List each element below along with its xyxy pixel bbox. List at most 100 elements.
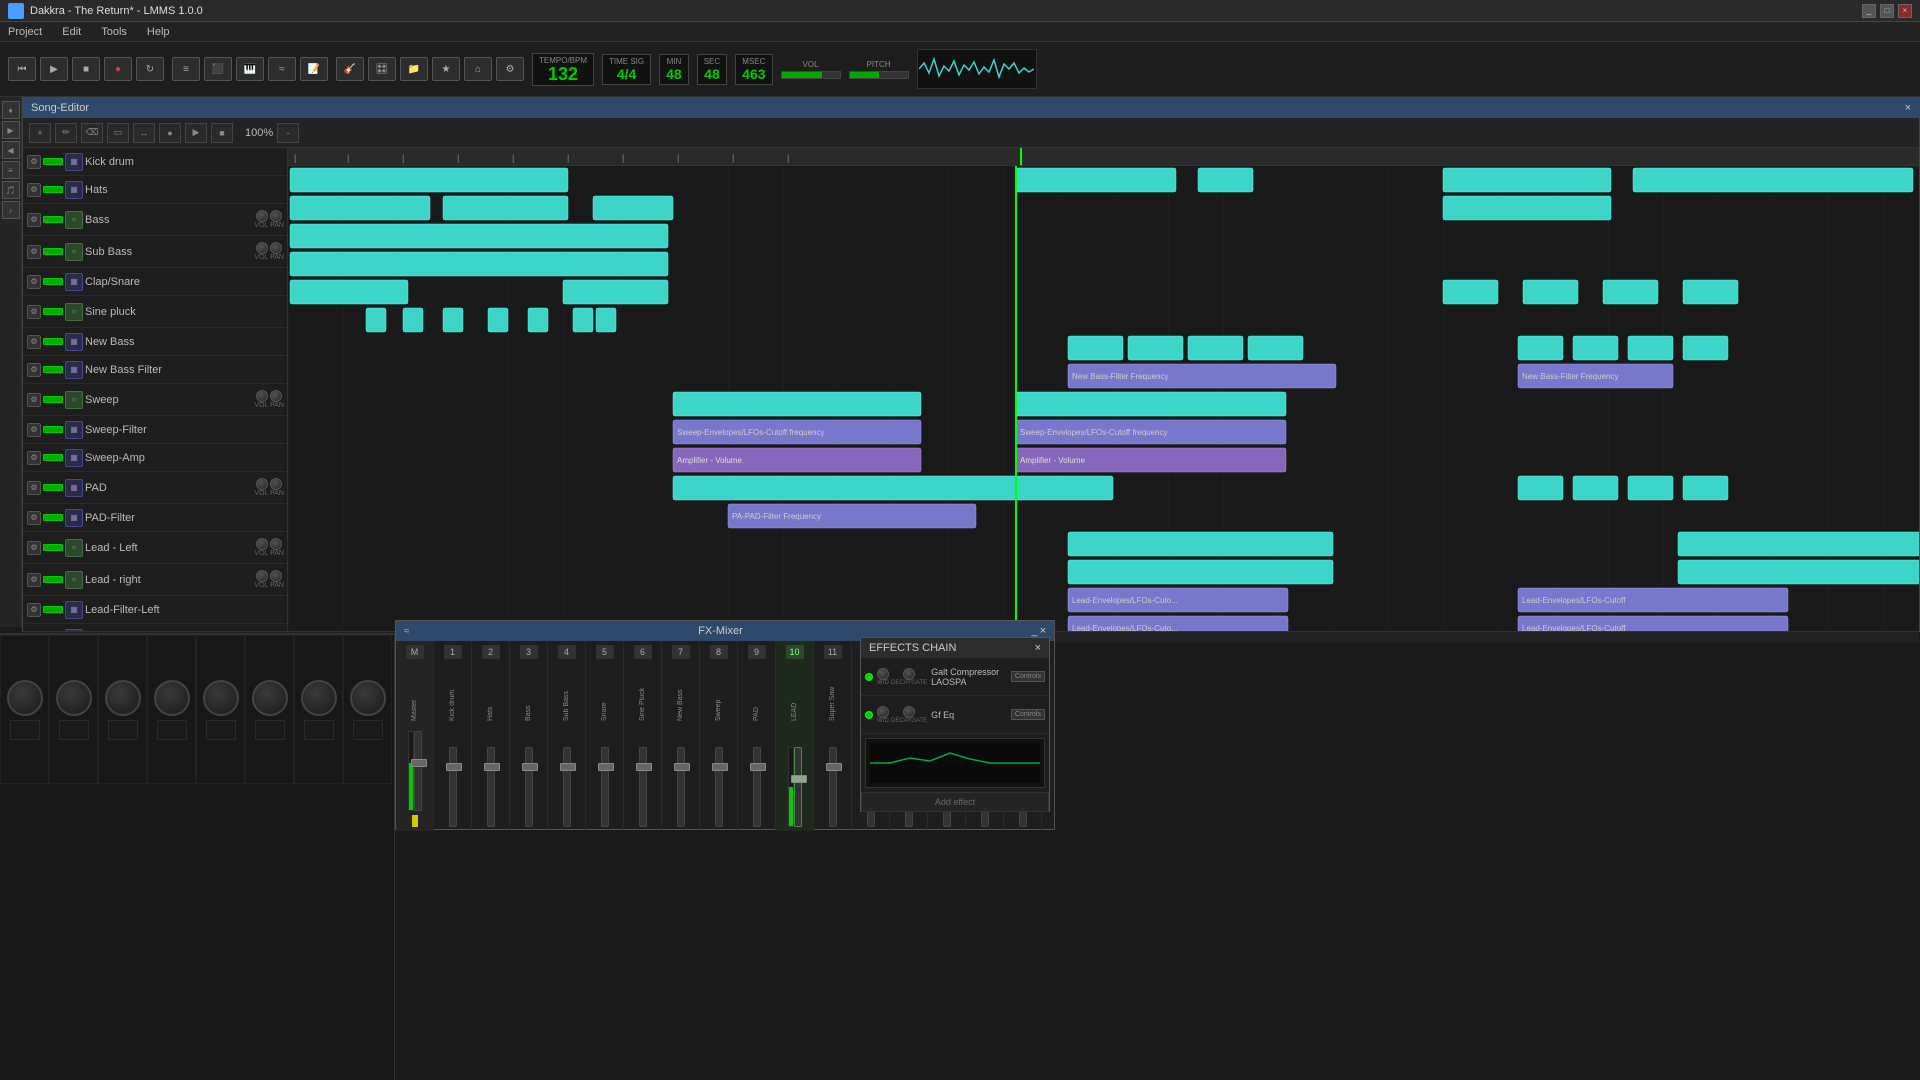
vol-knob-bass[interactable]	[256, 210, 268, 222]
side-btn-3[interactable]: ◀	[2, 141, 20, 159]
track-gear-bass[interactable]: ⚙	[27, 213, 41, 227]
ch-fader-6[interactable]	[639, 747, 647, 827]
play-button[interactable]: ▶	[40, 57, 68, 81]
track-mute-leadright[interactable]	[43, 576, 63, 583]
add-bb-btn[interactable]: +	[29, 123, 51, 143]
track-icon-leadright[interactable]: ○	[65, 571, 83, 589]
pan-knob-bass[interactable]	[270, 210, 282, 222]
track-name-leadfilterleft[interactable]: Lead-Filter-Left	[85, 604, 284, 616]
track-name-bass[interactable]: Bass	[85, 214, 252, 226]
track-icon-sweepfilter[interactable]: ▦	[65, 421, 83, 439]
track-gear-padfilter[interactable]: ⚙	[27, 511, 41, 525]
side-btn-5[interactable]: 🎵	[2, 181, 20, 199]
track-mute-leadfilterleft[interactable]	[43, 606, 63, 613]
select-btn[interactable]: ▭	[107, 123, 129, 143]
ch-fader-1[interactable]	[449, 747, 457, 827]
track-mute-newbassfilter[interactable]	[43, 366, 63, 373]
track-mute-clap[interactable]	[43, 278, 63, 285]
track-mute-pad[interactable]	[43, 484, 63, 491]
vol-knob-subbass[interactable]	[256, 242, 268, 254]
track-gear-sweep[interactable]: ⚙	[27, 393, 41, 407]
track-gear-leadright[interactable]: ⚙	[27, 573, 41, 587]
track-icon-kick[interactable]: ▦	[65, 153, 83, 171]
track-icon-subbass[interactable]: ○	[65, 243, 83, 261]
pad-knob-2[interactable]	[56, 680, 92, 716]
track-icon-newbass[interactable]: ▦	[65, 333, 83, 351]
track-mute-hats[interactable]	[43, 186, 63, 193]
pan-knob-leadleft[interactable]	[270, 538, 282, 550]
menu-edit[interactable]: Edit	[58, 26, 85, 38]
track-name-newbass[interactable]: New Bass	[85, 336, 284, 348]
track-mute-sinepluck[interactable]	[43, 308, 63, 315]
track-gear-sweepfilter[interactable]: ⚙	[27, 423, 41, 437]
track-icon-padfilter[interactable]: ▦	[65, 509, 83, 527]
pad-knob-8[interactable]	[350, 680, 386, 716]
pad-knob-5[interactable]	[203, 680, 239, 716]
home-btn[interactable]: ⌂	[464, 57, 492, 81]
ch-fader-9[interactable]	[753, 747, 761, 827]
pad-knob-1[interactable]	[7, 680, 43, 716]
pad-knob-7[interactable]	[301, 680, 337, 716]
add-effect-button[interactable]: Add effect	[861, 792, 1049, 812]
track-gear-kick[interactable]: ⚙	[27, 155, 41, 169]
window-controls[interactable]: _ □ ×	[1862, 4, 1912, 18]
track-name-clap[interactable]: Clap/Snare	[85, 276, 284, 288]
menu-project[interactable]: Project	[4, 26, 46, 38]
menu-tools[interactable]: Tools	[97, 26, 131, 38]
instruments-btn[interactable]: 🎸	[336, 57, 364, 81]
effects-btn[interactable]: 🎛	[368, 57, 396, 81]
tempo-display[interactable]: TEMPO/BPM 132	[532, 53, 594, 86]
piano-roll-btn[interactable]: 🎹	[236, 57, 264, 81]
menu-help[interactable]: Help	[143, 26, 174, 38]
track-gear-newbass[interactable]: ⚙	[27, 335, 41, 349]
track-name-sweepamp[interactable]: Sweep-Amp	[85, 452, 284, 464]
vol-knob-leadright[interactable]	[256, 570, 268, 582]
track-name-leadright[interactable]: Lead - right	[85, 574, 252, 586]
project-notes-btn[interactable]: 📝	[300, 57, 328, 81]
timesig-display[interactable]: TIME SIG 4/4	[602, 54, 651, 85]
effect-wd-knob-1[interactable]	[877, 668, 889, 680]
track-icon-leadfilterleft[interactable]: ▦	[65, 601, 83, 619]
track-name-leadleft[interactable]: Lead - Left	[85, 542, 252, 554]
ch-fader-8[interactable]	[715, 747, 723, 827]
play-btn-small[interactable]: ▶	[185, 123, 207, 143]
side-btn-6[interactable]: ♪	[2, 201, 20, 219]
track-mute-sweep[interactable]	[43, 396, 63, 403]
effect-led-2[interactable]	[865, 711, 873, 719]
zoom-minus-btn[interactable]: -	[277, 123, 299, 143]
track-icon-newbassfilter[interactable]: ▦	[65, 361, 83, 379]
pad-knob-4[interactable]	[154, 680, 190, 716]
master-pitch-slider[interactable]	[849, 71, 909, 79]
track-gear-hats[interactable]: ⚙	[27, 183, 41, 197]
stop-button[interactable]: ■	[72, 57, 100, 81]
track-gear-clap[interactable]: ⚙	[27, 275, 41, 289]
pad-knob-3[interactable]	[105, 680, 141, 716]
track-name-newbassfilter[interactable]: New Bass Filter	[85, 364, 284, 376]
track-icon-hats[interactable]: ▦	[65, 181, 83, 199]
track-mute-bass[interactable]	[43, 216, 63, 223]
samples-btn[interactable]: 📁	[400, 57, 428, 81]
ch-fader-10[interactable]	[794, 747, 802, 827]
track-name-pad[interactable]: PAD	[85, 482, 252, 494]
effects-chain-close[interactable]: ×	[1035, 642, 1041, 654]
rewind-button[interactable]: ⏮	[8, 57, 36, 81]
pad-knob-6[interactable]	[252, 680, 288, 716]
track-mute-subbass[interactable]	[43, 248, 63, 255]
pan-knob-subbass[interactable]	[270, 242, 282, 254]
track-name-sinepluck[interactable]: Sine pluck	[85, 306, 284, 318]
beat-editor-btn[interactable]: ⬛	[204, 57, 232, 81]
track-icon-clap[interactable]: ▦	[65, 273, 83, 291]
effect-decay-knob-2[interactable]	[903, 706, 915, 718]
side-btn-2[interactable]: ▶	[2, 121, 20, 139]
track-icon-sweepamp[interactable]: ▦	[65, 449, 83, 467]
effect-wd-knob-2[interactable]	[877, 706, 889, 718]
time-min-display[interactable]: MIN 48	[659, 54, 689, 85]
track-name-sweep[interactable]: Sweep	[85, 394, 252, 406]
move-btn[interactable]: ↔	[133, 123, 155, 143]
song-editor-btn[interactable]: ≡	[172, 57, 200, 81]
erase-btn[interactable]: ⌫	[81, 123, 103, 143]
time-sec-display[interactable]: SEC 48	[697, 54, 727, 85]
effect-led-1[interactable]	[865, 673, 873, 681]
ch-fader-7[interactable]	[677, 747, 685, 827]
track-mute-sweepfilter[interactable]	[43, 426, 63, 433]
